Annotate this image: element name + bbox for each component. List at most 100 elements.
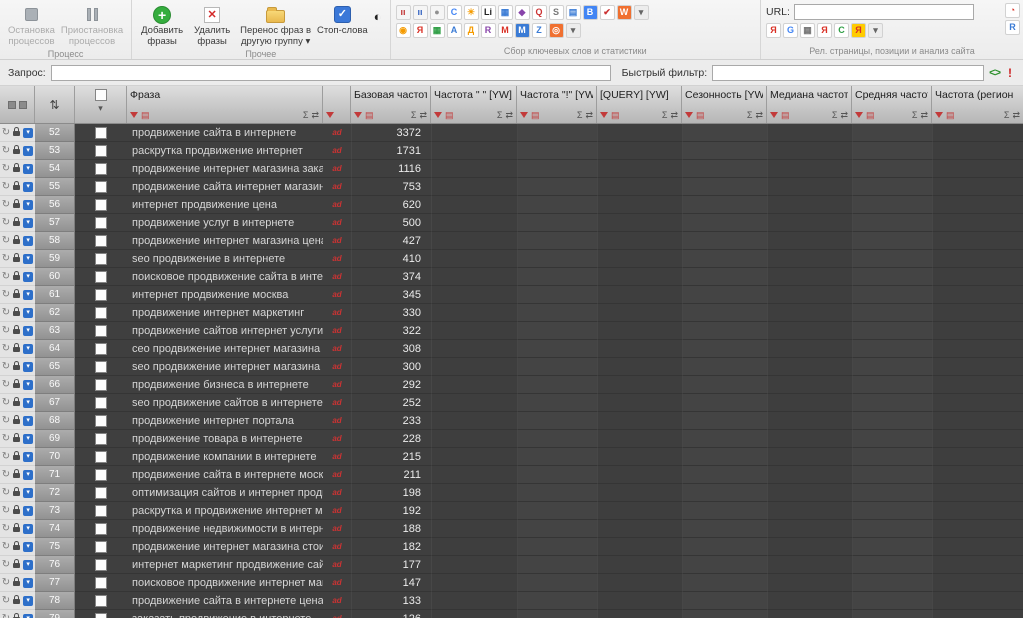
phrase-cell[interactable]: продвижение интернет магазина стоимость <box>127 538 323 556</box>
ads-indicator-icon[interactable]: ad <box>332 362 341 371</box>
ads-indicator-icon[interactable]: ad <box>332 614 341 618</box>
ads-indicator-icon[interactable]: ad <box>332 182 341 191</box>
filter-icon[interactable] <box>326 112 334 118</box>
url-input[interactable] <box>793 4 974 20</box>
contrast-button[interactable]: ◐ <box>371 6 385 27</box>
r-icon[interactable]: R <box>1005 20 1020 35</box>
ads-indicator-icon[interactable]: ad <box>332 290 341 299</box>
lock-icon[interactable] <box>13 307 21 316</box>
refresh-icon[interactable]: ↻ <box>2 397 10 408</box>
sum-icon[interactable]: Σ <box>1004 110 1010 120</box>
swap-icon[interactable]: ⇄ <box>311 110 319 120</box>
refresh-icon[interactable]: ↻ <box>2 235 10 246</box>
refresh-icon[interactable]: ↻ <box>2 523 10 534</box>
ads-indicator-icon[interactable]: ad <box>332 236 341 245</box>
pie-icon[interactable]: ◔ <box>1005 3 1020 18</box>
direct-icon[interactable]: ▾ <box>23 271 34 282</box>
swap-icon[interactable]: ⇄ <box>505 110 513 120</box>
grid-icon[interactable]: ▦ <box>497 5 513 20</box>
yandex-icon[interactable]: Я <box>766 23 781 38</box>
refresh-icon[interactable]: ↻ <box>2 469 10 480</box>
ads-indicator-icon[interactable]: ad <box>332 272 341 281</box>
phrase-cell[interactable]: раскрутка продвижение интернет <box>127 142 323 160</box>
google-icon[interactable]: C <box>446 5 462 20</box>
column-header-seasonality[interactable]: Сезонность [YW ▤ Σ ⇄ <box>682 86 767 123</box>
direct-icon[interactable]: ▾ <box>23 307 34 318</box>
ads-indicator-icon[interactable]: ad <box>332 596 341 605</box>
query-input[interactable] <box>50 64 611 81</box>
phrase-cell[interactable]: интернет маркетинг продвижение сайтов <box>127 556 323 574</box>
row-checkbox[interactable] <box>95 522 107 535</box>
ads-indicator-icon[interactable]: ad <box>332 308 341 317</box>
lock-icon[interactable] <box>13 361 21 370</box>
row-checkbox[interactable] <box>95 576 107 589</box>
webmaster-icon[interactable]: W <box>616 5 632 20</box>
direct-icon[interactable]: ▾ <box>23 433 34 444</box>
swap-icon[interactable]: ⇄ <box>840 110 848 120</box>
phrase-cell[interactable]: продвижение интернет портала <box>127 412 323 430</box>
lock-icon[interactable] <box>13 505 21 514</box>
row-checkbox[interactable] <box>95 396 107 409</box>
lock-icon[interactable] <box>13 343 21 352</box>
direct-icon[interactable]: ▾ <box>23 343 34 354</box>
code-icon[interactable]: <> <box>989 67 1001 79</box>
ads-indicator-icon[interactable]: ad <box>332 560 341 569</box>
row-checkbox[interactable] <box>95 540 107 553</box>
direct-icon[interactable]: ▾ <box>23 487 34 498</box>
phrase-cell[interactable]: продвижение сайта интернет магазина <box>127 178 323 196</box>
column-header-region[interactable]: Частота (регион ▤ Σ ⇄ <box>932 86 1023 123</box>
target-icon[interactable]: ◎ <box>548 23 564 38</box>
phrase-cell[interactable]: продвижение интернет магазина заказать <box>127 160 323 178</box>
grid-icon[interactable]: ▤ <box>141 110 150 120</box>
lock-icon[interactable] <box>13 559 21 568</box>
phrase-cell[interactable]: заказать продвижение в интернете <box>127 610 323 618</box>
filter-icon[interactable] <box>600 112 608 118</box>
refresh-icon[interactable]: ↻ <box>2 145 10 156</box>
filter-icon[interactable] <box>520 112 528 118</box>
swap-icon[interactable]: ⇄ <box>419 110 427 120</box>
delete-phrases-button[interactable]: ✕ Удалить фразы <box>187 2 237 49</box>
row-checkbox[interactable] <box>95 198 107 211</box>
row-checkbox[interactable] <box>95 180 107 193</box>
phrase-cell[interactable]: продвижение сайта в интернете <box>127 124 323 142</box>
phrase-cell[interactable]: интернет продвижение москва <box>127 286 323 304</box>
ads-indicator-icon[interactable]: ad <box>332 218 341 227</box>
lock-icon[interactable] <box>13 433 21 442</box>
refresh-icon[interactable]: ↻ <box>2 433 10 444</box>
lock-icon[interactable] <box>13 577 21 586</box>
metrika-icon[interactable]: M <box>514 23 530 38</box>
sum-icon[interactable]: Σ <box>832 110 838 120</box>
refresh-icon[interactable]: ↻ <box>2 217 10 228</box>
grid-icon[interactable]: ▤ <box>946 110 955 120</box>
row-checkbox[interactable] <box>95 288 107 301</box>
row-checkbox[interactable] <box>95 324 107 337</box>
filter-icon[interactable] <box>354 112 362 118</box>
direct-icon[interactable]: ▾ <box>23 217 34 228</box>
swap-icon[interactable]: ⇄ <box>585 110 593 120</box>
lock-icon[interactable] <box>13 541 21 550</box>
phrase-cell[interactable]: сео продвижение интернет магазина <box>127 340 323 358</box>
refresh-icon[interactable]: ↻ <box>2 325 10 336</box>
liveinternet-icon[interactable]: Li <box>480 5 496 20</box>
lock-icon[interactable] <box>13 451 21 460</box>
refresh-icon[interactable]: ↻ <box>2 181 10 192</box>
lock-icon[interactable] <box>13 181 21 190</box>
lock-icon[interactable] <box>13 235 21 244</box>
refresh-icon[interactable]: ↻ <box>2 559 10 570</box>
row-checkbox[interactable] <box>95 270 107 283</box>
header-row-number[interactable]: ⇅ <box>35 86 75 123</box>
direct-icon[interactable]: ▾ <box>23 469 34 480</box>
swap-icon[interactable]: ⇄ <box>920 110 928 120</box>
direct-icon[interactable]: ▾ <box>23 451 34 462</box>
orange-target-icon[interactable]: ◉ <box>395 23 411 38</box>
ads-indicator-icon[interactable]: ad <box>332 524 341 533</box>
direct-icon[interactable]: ▾ <box>23 163 34 174</box>
ads-indicator-icon[interactable]: ad <box>332 146 341 155</box>
column-header-phrase[interactable]: Фраза ▤ Σ ⇄ <box>127 86 323 123</box>
swap-icon[interactable]: ⇄ <box>670 110 678 120</box>
grid-icon[interactable]: ▤ <box>866 110 875 120</box>
filter-icon[interactable] <box>434 112 442 118</box>
phrase-cell[interactable]: продвижение сайтов интернет услуги <box>127 322 323 340</box>
ads-indicator-icon[interactable]: ad <box>332 506 341 515</box>
ads-indicator-icon[interactable]: ad <box>332 128 341 137</box>
